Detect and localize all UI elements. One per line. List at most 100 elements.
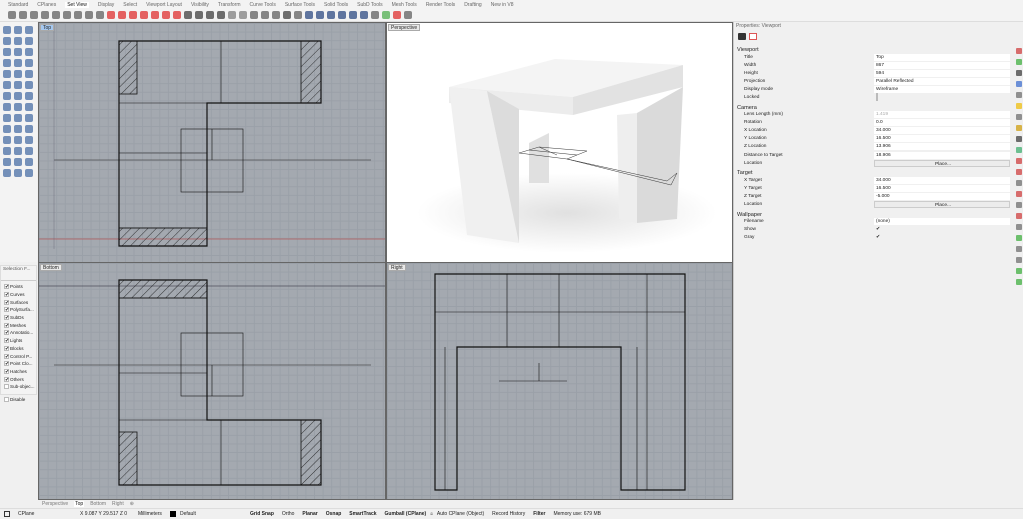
view-tool-icon[interactable]: [162, 11, 170, 19]
filter-item[interactable]: ✔ Lights: [1, 337, 36, 345]
view-tool-icon[interactable]: [19, 11, 27, 19]
modeling-tool-icon[interactable]: [3, 136, 11, 144]
ribbon-tab[interactable]: Drafting: [464, 2, 482, 8]
view-tool-icon[interactable]: [41, 11, 49, 19]
view-tool-icon[interactable]: [228, 11, 236, 19]
view-tool-icon[interactable]: [338, 11, 346, 19]
property-value-field[interactable]: -5.000: [874, 192, 1010, 200]
property-value-field[interactable]: 34.000: [874, 127, 1010, 135]
property-value-field[interactable]: 16.500: [874, 135, 1010, 143]
cplane-label[interactable]: CPlane: [14, 511, 76, 517]
property-value-field[interactable]: 16.500: [874, 184, 1010, 192]
filter-item[interactable]: ✔ Blocks: [1, 345, 36, 353]
view-tool-icon[interactable]: [305, 11, 313, 19]
view-tool-icon[interactable]: [327, 11, 335, 19]
view-tool-icon[interactable]: [151, 11, 159, 19]
modeling-tool-icon[interactable]: [3, 114, 11, 122]
panel-icon[interactable]: [1015, 246, 1022, 252]
view-tool-icon[interactable]: [349, 11, 357, 19]
modeling-tool-icon[interactable]: [3, 103, 11, 111]
planar-toggle[interactable]: Planar: [298, 511, 321, 517]
modeling-tool-icon[interactable]: [25, 48, 33, 56]
view-tool-icon[interactable]: [8, 11, 16, 19]
record-history-toggle[interactable]: Record History: [488, 511, 529, 517]
viewport-tab[interactable]: Bottom: [90, 501, 106, 507]
ribbon-tab[interactable]: Select: [123, 2, 137, 8]
panel-icon[interactable]: [1015, 70, 1022, 76]
property-value-field[interactable]: Parallel Reflected: [874, 77, 1010, 85]
osnap-toggle[interactable]: Osnap: [322, 511, 346, 517]
modeling-tool-icon[interactable]: [25, 70, 33, 78]
panel-icon[interactable]: [1015, 191, 1022, 197]
modeling-tool-icon[interactable]: [25, 158, 33, 166]
checkbox[interactable]: ✔: [4, 376, 9, 382]
viewport-right[interactable]: Right: [386, 262, 733, 500]
panel-icon[interactable]: [1015, 279, 1022, 285]
filter-item[interactable]: ✔ Curves: [1, 291, 36, 299]
property-value-field[interactable]: 1.419: [874, 111, 1010, 119]
auto-cplane-toggle[interactable]: Auto CPlane (Object): [433, 511, 488, 517]
view-tool-icon[interactable]: [250, 11, 258, 19]
checkbox[interactable]: ✔: [4, 284, 9, 290]
viewport-title-perspective[interactable]: Perspective: [388, 24, 421, 31]
property-value-field[interactable]: 0.0: [874, 119, 1010, 127]
view-tool-icon[interactable]: [393, 11, 401, 19]
ribbon-tab[interactable]: Transform: [218, 2, 241, 8]
panel-icon[interactable]: [1015, 213, 1022, 219]
modeling-tool-icon[interactable]: [14, 147, 22, 155]
checkbox[interactable]: ✔: [4, 368, 9, 374]
modeling-tool-icon[interactable]: [3, 147, 11, 155]
modeling-tool-icon[interactable]: [14, 70, 22, 78]
ribbon-tab[interactable]: Viewport Layout: [146, 2, 182, 8]
modeling-tool-icon[interactable]: [14, 59, 22, 67]
disable-filter-checkbox[interactable]: Disable: [1, 396, 36, 404]
modeling-tool-icon[interactable]: [14, 125, 22, 133]
panel-icon[interactable]: [1015, 125, 1022, 131]
property-value-field[interactable]: 13.906: [874, 143, 1010, 151]
view-tool-icon[interactable]: [239, 11, 247, 19]
ribbon-tab[interactable]: Render Tools: [426, 2, 455, 8]
panel-icon[interactable]: [1015, 92, 1022, 98]
view-tool-icon[interactable]: [140, 11, 148, 19]
ribbon-tab[interactable]: Set View: [65, 1, 89, 8]
view-tool-icon[interactable]: [382, 11, 390, 19]
modeling-tool-icon[interactable]: [14, 169, 22, 177]
filter-item[interactable]: ✔ Control P...: [1, 352, 36, 360]
viewport-title-bottom[interactable]: Bottom: [40, 264, 62, 271]
checkbox[interactable]: ✔: [4, 345, 9, 351]
view-tool-icon[interactable]: [283, 11, 291, 19]
panel-icon[interactable]: [1015, 59, 1022, 65]
panel-icon[interactable]: [1015, 257, 1022, 263]
viewport-title-right[interactable]: Right: [388, 264, 406, 271]
filter-item[interactable]: ✔ Points: [1, 283, 36, 291]
view-tool-icon[interactable]: [63, 11, 71, 19]
property-value-field[interactable]: Place...: [874, 159, 1010, 167]
viewport-title-top[interactable]: Top: [40, 24, 55, 31]
viewport-bottom[interactable]: Bottom: [38, 262, 386, 500]
modeling-tool-icon[interactable]: [25, 26, 33, 34]
modeling-tool-icon[interactable]: [25, 81, 33, 89]
property-value-field[interactable]: 867: [874, 61, 1010, 69]
property-value-field[interactable]: Top: [874, 53, 1010, 61]
panel-icon[interactable]: [1015, 103, 1022, 109]
checkbox[interactable]: ✔: [4, 292, 9, 298]
panel-icon[interactable]: [1015, 114, 1022, 120]
panel-icon[interactable]: [1015, 202, 1022, 208]
checkbox[interactable]: ✔: [4, 353, 9, 359]
modeling-tool-icon[interactable]: [3, 70, 11, 78]
property-value-field[interactable]: ✔: [874, 226, 1010, 233]
view-tool-icon[interactable]: [129, 11, 137, 19]
checkbox[interactable]: ✔: [4, 330, 9, 336]
panel-icon[interactable]: [1015, 147, 1022, 153]
view-tool-icon[interactable]: [52, 11, 60, 19]
locked-checkbox[interactable]: [876, 93, 878, 102]
view-tool-icon[interactable]: [371, 11, 379, 19]
ribbon-tab[interactable]: SubD Tools: [357, 2, 382, 8]
ribbon-tab[interactable]: Visibility: [191, 2, 209, 8]
viewport-tab[interactable]: Perspective: [42, 501, 68, 507]
panel-icon[interactable]: [1015, 81, 1022, 87]
view-tool-icon[interactable]: [195, 11, 203, 19]
viewport-tab[interactable]: Right: [112, 501, 124, 507]
modeling-tool-icon[interactable]: [14, 114, 22, 122]
panel-icon[interactable]: [1015, 268, 1022, 274]
